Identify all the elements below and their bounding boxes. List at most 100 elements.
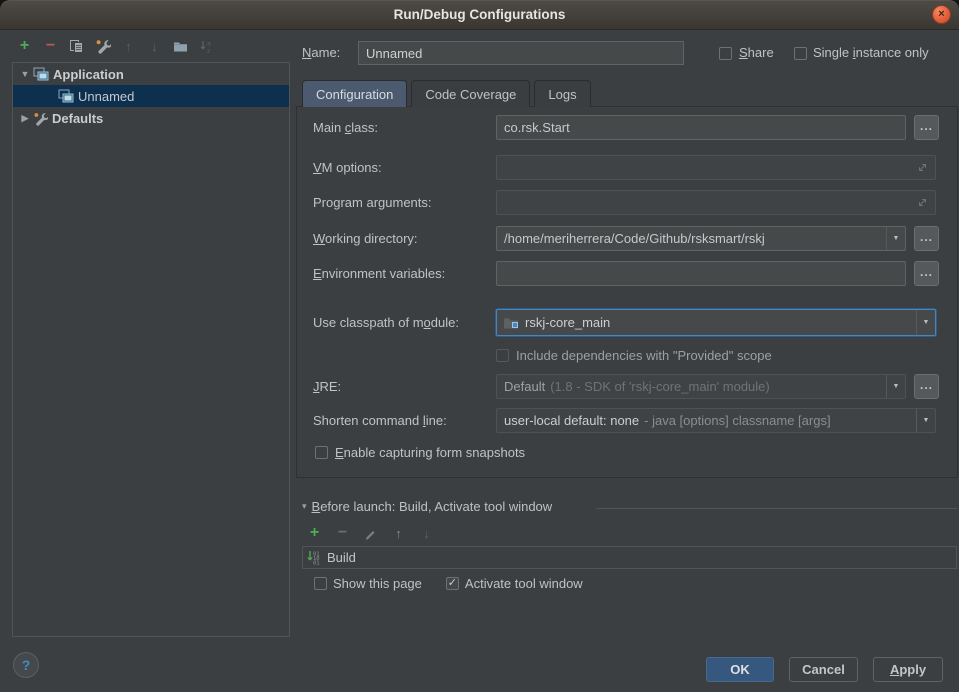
configurations-toolbar: + − ↑ ↓ az [16,35,215,57]
name-label: Name: [302,40,340,66]
sort-alphabetically-button[interactable]: az [198,37,215,55]
tree-item-label: Unnamed [78,89,134,104]
close-button[interactable]: × [932,5,951,24]
activate-tool-window-checkbox[interactable]: ✓ [446,577,459,590]
svg-text:01: 01 [313,561,320,566]
tab-configuration[interactable]: Configuration [302,80,407,107]
jre-browse-button[interactable]: ... [914,374,939,399]
jre-combo[interactable]: Default (1.8 - SDK of 'rskj-core_main' m… [496,374,906,399]
edit-defaults-button[interactable] [94,37,111,55]
move-down-button[interactable]: ↓ [146,37,163,55]
section-collapse-icon[interactable]: ▾ [302,501,307,512]
tab-logs[interactable]: Logs [534,80,590,107]
chevron-down-icon[interactable]: ▼ [886,375,905,398]
main-class-label: Main class: [313,115,378,140]
before-launch-task-build[interactable]: 011001 Build [302,546,957,569]
environment-variables-label: Environment variables: [313,261,445,286]
environment-variables-browse-button[interactable]: ... [914,261,939,286]
show-this-page-checkbox[interactable] [314,577,327,590]
edit-task-button[interactable] [362,524,379,542]
ellipsis-icon: ... [920,119,933,133]
show-this-page-label[interactable]: Show this page [333,576,422,591]
main-class-field[interactable]: co.rsk.Start [496,115,906,140]
working-directory-field[interactable]: /home/meriherrera/Code/Github/rsksmart/r… [496,226,906,251]
use-classpath-combo[interactable]: rskj-core_main ▼ [496,309,936,336]
chevron-down-icon[interactable]: ▼ [916,409,935,432]
ellipsis-icon: ... [920,230,933,244]
minus-icon: − [46,37,55,55]
tree-item-unnamed[interactable]: Unnamed [13,85,289,107]
new-folder-button[interactable] [172,37,189,55]
single-instance-label[interactable]: Single instance only [813,40,929,66]
application-icon [33,67,49,81]
before-launch-toolbar: + − ↑ ↓ [306,524,435,542]
question-icon: ? [22,657,31,673]
chevron-down-icon[interactable]: ▼ [916,310,935,335]
shorten-command-line-combo[interactable]: user-local default: none - java [options… [496,408,936,433]
tab-code-coverage[interactable]: Code Coverage [411,80,530,107]
apply-button[interactable]: Apply [873,657,943,682]
ellipsis-icon: ... [920,378,933,392]
vm-options-field[interactable] [496,155,936,180]
arrow-down-icon: ↓ [151,39,158,54]
move-task-up-button[interactable]: ↑ [390,524,407,542]
tree-item-label: Defaults [52,111,103,126]
include-dependencies-label[interactable]: Include dependencies with "Provided" sco… [516,343,772,368]
svg-text:a: a [207,40,211,47]
share-checkbox[interactable] [719,47,732,60]
title-bar: Run/Debug Configurations × [0,0,959,30]
copy-icon [69,39,84,54]
shorten-command-line-label: Shorten command line: [313,408,447,433]
single-instance-checkbox[interactable] [794,47,807,60]
section-divider [596,508,957,509]
enable-capturing-label[interactable]: Enable capturing form snapshots [335,440,525,465]
close-icon: × [938,8,944,20]
remove-configuration-button[interactable]: − [42,37,59,55]
ok-button[interactable]: OK [706,657,774,682]
check-icon: ✓ [448,578,457,589]
enable-capturing-checkbox[interactable] [315,446,328,459]
environment-variables-field[interactable] [496,261,906,286]
configuration-panel: Main class: co.rsk.Start ... VM options:… [296,106,958,478]
copy-configuration-button[interactable] [68,37,85,55]
program-arguments-label: Program arguments: [313,190,432,215]
arrow-up-icon: ↑ [395,526,402,541]
move-task-down-button[interactable]: ↓ [418,524,435,542]
cancel-button[interactable]: Cancel [789,657,858,682]
name-input[interactable] [358,41,684,65]
share-label[interactable]: Share [739,40,774,66]
chevron-right-icon[interactable]: ▶ [19,113,31,124]
arrow-down-icon: ↓ [423,526,430,541]
wrench-icon [33,111,48,126]
module-icon [503,316,519,329]
minus-icon: − [338,524,347,542]
tree-item-defaults[interactable]: ▶ Defaults [13,107,289,129]
chevron-down-icon[interactable]: ▼ [19,69,31,79]
use-classpath-label: Use classpath of module: [313,310,459,335]
program-arguments-field[interactable] [496,190,936,215]
help-button[interactable]: ? [13,652,39,678]
expand-field-icon[interactable] [917,162,928,173]
configurations-tree: ▼ Application Unnamed ▶ Defaults [12,62,290,637]
add-configuration-button[interactable]: + [16,37,33,55]
activate-tool-window-label[interactable]: Activate tool window [465,576,583,591]
include-dependencies-checkbox[interactable] [496,349,509,362]
move-up-button[interactable]: ↑ [120,37,137,55]
add-task-button[interactable]: + [306,524,323,542]
tree-item-label: Application [53,67,124,82]
working-directory-browse-button[interactable]: ... [914,226,939,251]
tree-item-application[interactable]: ▼ Application [13,63,289,85]
plus-icon: + [20,37,29,55]
before-launch-header[interactable]: ▾ Before launch: Build, Activate tool wi… [302,499,552,514]
main-class-browse-button[interactable]: ... [914,115,939,140]
expand-field-icon[interactable] [917,197,928,208]
remove-task-button[interactable]: − [334,524,351,542]
jre-label: JRE: [313,374,341,399]
ellipsis-icon: ... [920,265,933,279]
build-icon: 011001 [307,550,322,565]
task-label: Build [327,550,356,565]
before-launch-options: Show this page ✓ Activate tool window [314,576,583,591]
folder-icon [173,39,188,53]
chevron-down-icon[interactable]: ▼ [886,227,905,250]
arrow-up-icon: ↑ [125,39,132,54]
